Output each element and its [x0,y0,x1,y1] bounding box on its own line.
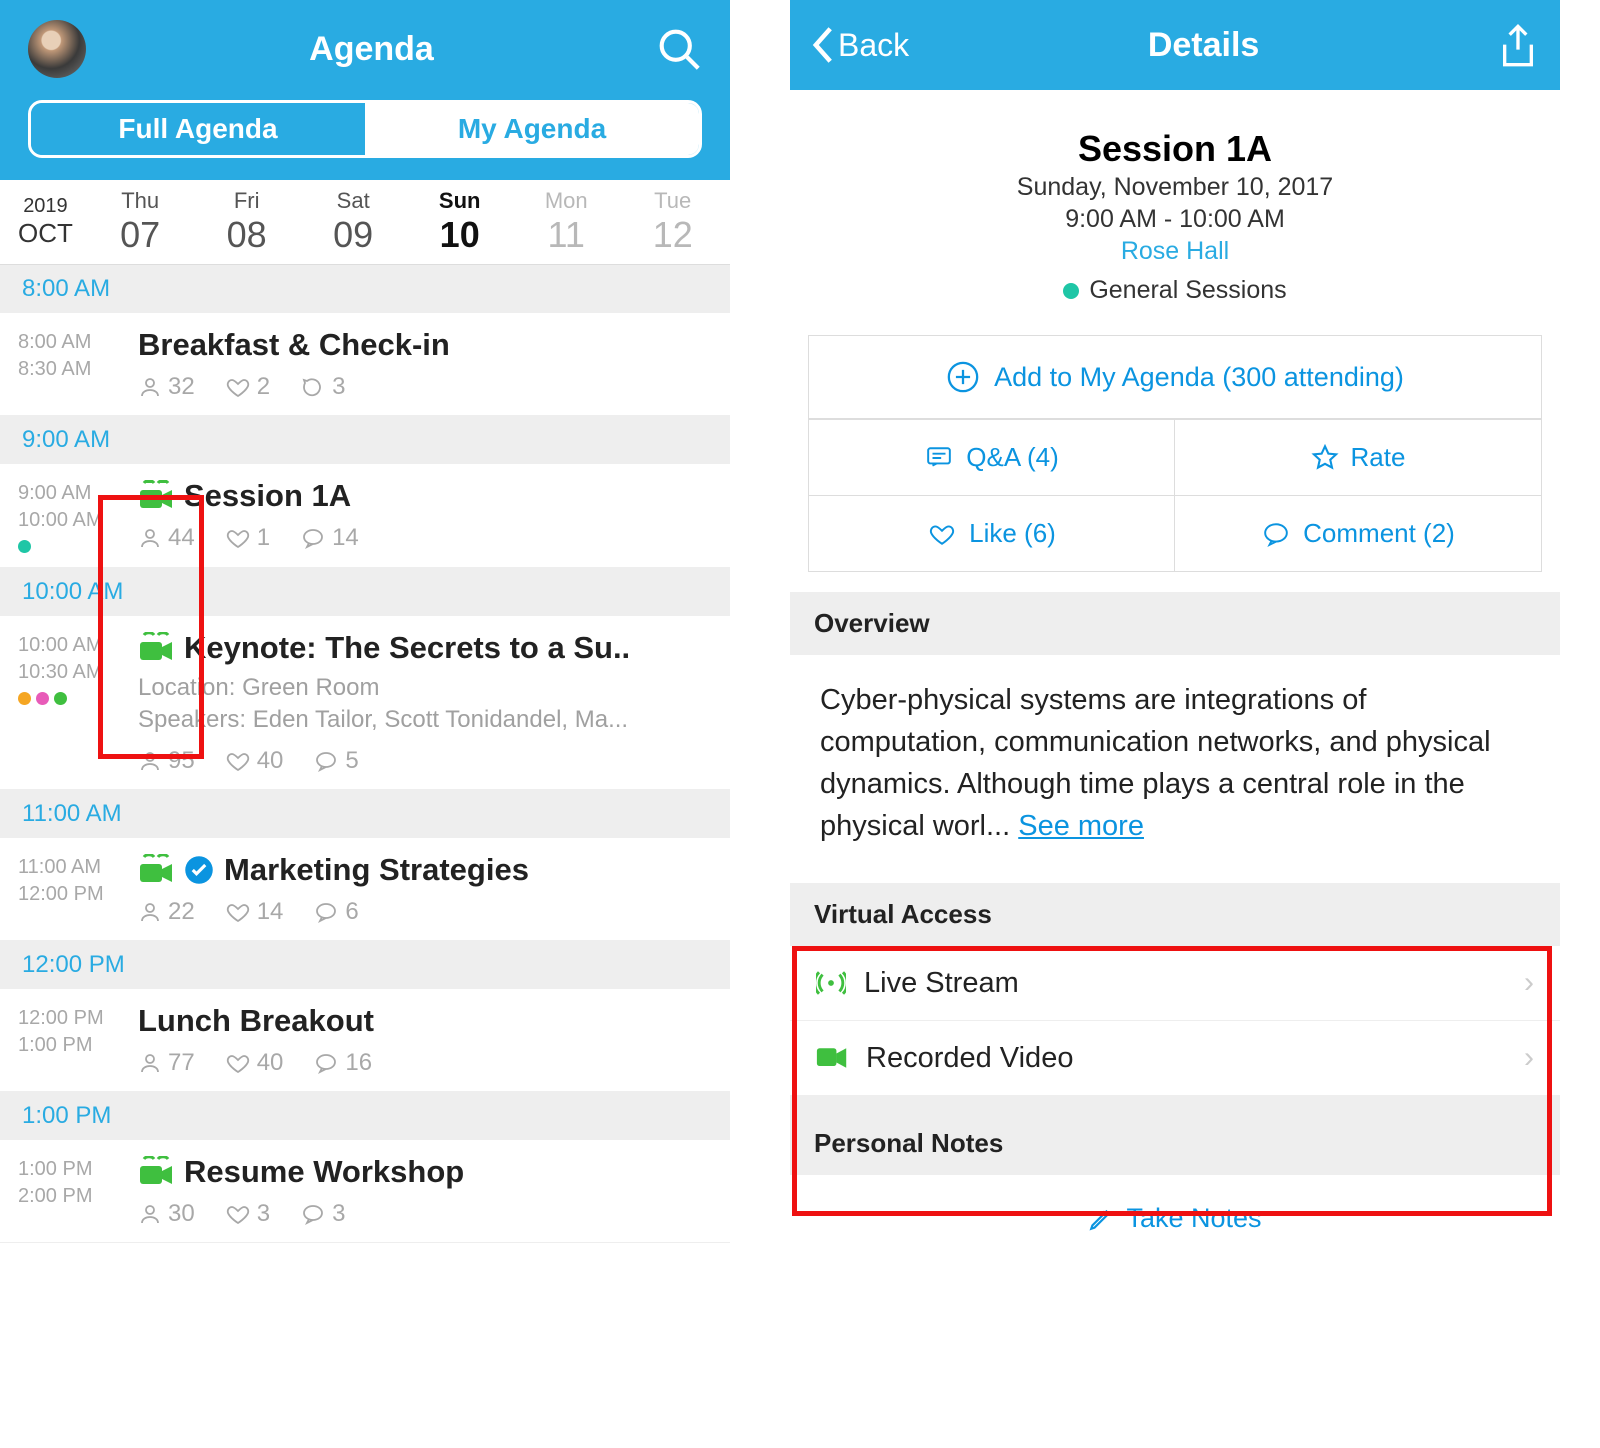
like-count: 2 [225,373,270,401]
session-date: Sunday, November 10, 2017 [810,173,1540,202]
agenda-tabs: Full Agenda My Agenda [28,100,702,158]
details-header: Back Details [790,0,1560,90]
broadcast-icon [816,971,846,995]
attendee-count: 22 [138,898,195,926]
personal-notes-heading: Personal Notes [790,1112,1560,1175]
attendee-count: 95 [138,747,195,775]
attendee-count: 30 [138,1200,195,1228]
comment-count: 5 [313,747,358,775]
day-sun-selected[interactable]: Sun10 [406,188,513,256]
event-title: Lunch Breakout [138,1003,374,1039]
tab-my-agenda[interactable]: My Agenda [365,103,699,155]
session-location[interactable]: Rose Hall [810,237,1540,266]
video-camera-icon [138,632,174,664]
recorded-video-row[interactable]: Recorded Video › [790,1021,1560,1096]
back-button[interactable]: Back [812,27,909,64]
overview-heading: Overview [790,592,1560,655]
checkmark-badge-icon [184,855,214,885]
month-anchor: 2019 OCT [4,189,87,255]
live-stream-row[interactable]: Live Stream › [790,946,1560,1021]
day-tue[interactable]: Tue12 [619,188,726,256]
event-keynote[interactable]: 10:00 AM10:30 AM Keynote: The Secrets to… [0,616,730,790]
comment-count: 3 [300,1200,345,1228]
time-header-8am: 8:00 AM [0,265,730,313]
video-camera-icon [138,854,174,886]
video-camera-icon [816,1046,848,1070]
chevron-right-icon: › [1524,1041,1534,1075]
time-header-11am: 11:00 AM [0,790,730,838]
page-title: Agenda [309,30,434,69]
event-marketing[interactable]: 11:00 AM12:00 PM Marketing Strategies 22… [0,838,730,941]
like-count: 14 [225,898,284,926]
attendee-count: 32 [138,373,195,401]
avatar[interactable] [28,20,86,78]
comment-button[interactable]: Comment (2) [1175,495,1541,571]
time-header-9am: 9:00 AM [0,416,730,464]
time-header-1pm: 1:00 PM [0,1092,730,1140]
like-button[interactable]: Like (6) [809,495,1175,571]
day-thu[interactable]: Thu07 [87,188,194,256]
session-header: Session 1A Sunday, November 10, 2017 9:0… [790,90,1560,325]
event-speakers: Speakers: Eden Tailor, Scott Tonidandel,… [138,704,712,736]
see-more-link[interactable]: See more [1018,810,1144,842]
like-count: 40 [225,1049,284,1077]
time-header-12pm: 12:00 PM [0,941,730,989]
agenda-header: Agenda Full Agenda My Agenda [0,0,730,180]
action-card: Add to My Agenda (300 attending) Q&A (4)… [808,335,1542,572]
agenda-screen: Agenda Full Agenda My Agenda 2019 OCT Th… [0,0,730,1448]
attendee-count: 77 [138,1049,195,1077]
day-mon[interactable]: Mon11 [513,188,620,256]
overview-text: Cyber-physical systems are integrations … [790,655,1560,857]
tab-full-agenda[interactable]: Full Agenda [31,103,365,155]
event-location: Location: Green Room [138,672,712,704]
add-to-agenda-button[interactable]: Add to My Agenda (300 attending) [809,336,1541,419]
like-count: 40 [225,747,284,775]
take-notes-button[interactable]: Take Notes [790,1175,1560,1262]
day-fri[interactable]: Fri08 [193,188,300,256]
event-title: Marketing Strategies [224,852,529,888]
time-header-10am: 10:00 AM [0,568,730,616]
event-resume[interactable]: 1:00 PM2:00 PM Resume Workshop 30 3 3 [0,1140,730,1243]
video-camera-icon [138,480,174,512]
comment-count: 3 [300,373,345,401]
event-title: Breakfast & Check-in [138,327,450,363]
share-icon[interactable] [1498,23,1538,67]
comment-count: 14 [300,524,359,552]
event-lunch[interactable]: 12:00 PM1:00 PM Lunch Breakout 77 40 16 [0,989,730,1092]
comment-count: 6 [313,898,358,926]
rate-button[interactable]: Rate [1175,419,1541,495]
page-title: Details [1148,26,1260,65]
event-title: Session 1A [184,478,351,514]
session-time: 9:00 AM - 10:00 AM [810,205,1540,234]
session-track: General Sessions [1063,276,1286,305]
event-session-1a[interactable]: 9:00 AM10:00 AM Session 1A 44 1 14 [0,464,730,568]
event-title: Keynote: The Secrets to a Su.. [184,630,630,666]
search-icon[interactable] [657,27,702,72]
video-camera-icon [138,1156,174,1188]
like-count: 3 [225,1200,270,1228]
date-strip: 2019 OCT Thu07 Fri08 Sat09 Sun10 Mon11 T… [0,180,730,265]
event-breakfast[interactable]: 8:00 AM8:30 AM Breakfast & Check-in 32 2… [0,313,730,416]
track-dot-icon [1063,283,1079,299]
virtual-access-heading: Virtual Access [790,883,1560,946]
day-sat[interactable]: Sat09 [300,188,407,256]
event-title: Resume Workshop [184,1154,464,1190]
attendee-count: 44 [138,524,195,552]
session-name: Session 1A [810,128,1540,170]
details-screen: Back Details Session 1A Sunday, November… [790,0,1560,1448]
comment-count: 16 [313,1049,372,1077]
qa-button[interactable]: Q&A (4) [809,419,1175,495]
like-count: 1 [225,524,270,552]
chevron-right-icon: › [1524,966,1534,1000]
